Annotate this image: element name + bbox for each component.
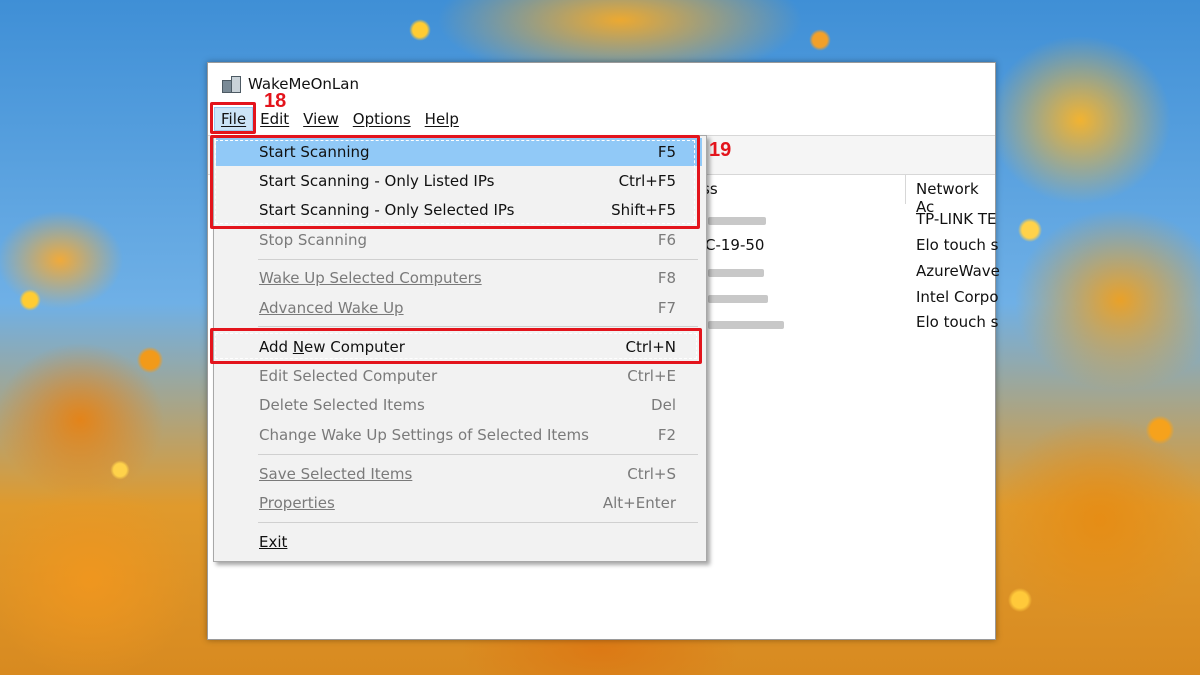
menu-item-properties[interactable]: Properties Alt+Enter <box>216 489 702 517</box>
menu-item-label: Wake Up Selected Computers <box>259 269 482 287</box>
app-computer-icon <box>222 76 241 93</box>
menu-separator <box>258 454 698 455</box>
menu-help[interactable]: Help <box>418 107 466 131</box>
menu-item-label: Advanced Wake Up <box>259 299 404 317</box>
row-5-adapter[interactable]: Elo touch s <box>916 313 999 331</box>
menu-item-shortcut: Ctrl+S <box>627 465 676 483</box>
menu-item-shortcut: F7 <box>657 299 676 317</box>
blurred-mac <box>708 217 766 225</box>
menu-item-shortcut: F8 <box>657 269 676 287</box>
callout-box-file-menu <box>210 102 256 134</box>
menu-item-label: Delete Selected Items <box>259 396 425 414</box>
row-3-adapter[interactable]: AzureWave <box>916 262 1000 280</box>
menu-item-advanced-wake[interactable]: Advanced Wake Up F7 <box>216 294 702 322</box>
menu-item-shortcut: F2 <box>657 426 676 444</box>
menu-separator <box>258 326 698 327</box>
blurred-mac <box>708 269 764 277</box>
callout-box-start-scanning <box>210 135 700 229</box>
row-4-adapter[interactable]: Intel Corpo <box>916 288 999 306</box>
blurred-mac <box>708 321 784 329</box>
callout-badge-18: 18 <box>264 90 287 112</box>
menu-item-wake-selected[interactable]: Wake Up Selected Computers F8 <box>216 264 702 292</box>
row-2-adapter[interactable]: Elo touch s <box>916 236 999 254</box>
row-1-adapter[interactable]: TP-LINK TE <box>916 210 997 228</box>
title-bar: WakeMeOnLan <box>208 63 995 105</box>
menu-bar: File Edit View Options Help <box>208 105 995 133</box>
menu-item-shortcut: Ctrl+E <box>627 367 676 385</box>
callout-box-add-new-computer <box>210 328 702 364</box>
callout-badge-19: 19 <box>709 139 732 161</box>
column-separator <box>905 174 906 204</box>
menu-item-save-selected[interactable]: Save Selected Items Ctrl+S <box>216 460 702 488</box>
menu-item-delete-selected[interactable]: Delete Selected Items Del <box>216 391 702 419</box>
menu-item-shortcut: Alt+Enter <box>602 494 676 512</box>
menu-item-label: Exit <box>259 533 288 551</box>
menu-options[interactable]: Options <box>346 107 418 131</box>
menu-item-label: Save Selected Items <box>259 465 413 483</box>
menu-view[interactable]: View <box>296 107 346 131</box>
menu-item-label: Change Wake Up Settings of Selected Item… <box>259 426 589 444</box>
menu-item-label: Edit Selected Computer <box>259 367 438 385</box>
menu-separator <box>258 259 698 260</box>
menu-item-exit[interactable]: Exit <box>216 528 702 556</box>
menu-item-label: Stop Scanning <box>259 231 368 249</box>
menu-item-change-wake-settings[interactable]: Change Wake Up Settings of Selected Item… <box>216 421 702 449</box>
menu-item-shortcut: Del <box>651 396 676 414</box>
menu-item-stop-scanning[interactable]: Stop Scanning F6 <box>216 226 702 254</box>
row-2-mac[interactable]: C-19-50 <box>705 236 764 254</box>
menu-item-label: Properties <box>259 494 335 512</box>
menu-separator <box>258 522 698 523</box>
menu-item-edit-selected[interactable]: Edit Selected Computer Ctrl+E <box>216 362 702 390</box>
menu-item-shortcut: F6 <box>657 231 676 249</box>
blurred-mac <box>708 295 768 303</box>
